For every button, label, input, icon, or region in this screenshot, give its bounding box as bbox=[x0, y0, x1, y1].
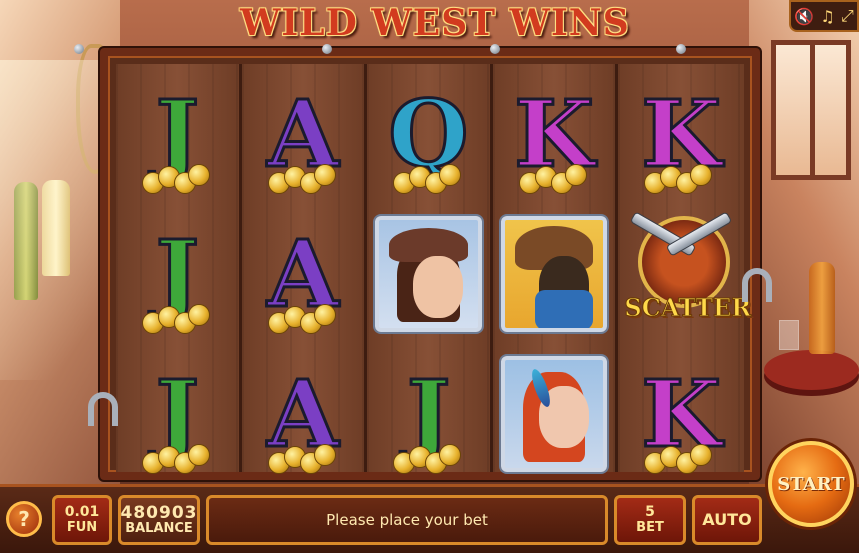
gold-coins-icon bbox=[267, 164, 338, 194]
bet-value: 5 bbox=[645, 504, 655, 521]
reel-cell: A bbox=[242, 64, 365, 204]
reel-cell: K bbox=[618, 64, 744, 204]
coin-label: FUN bbox=[66, 519, 98, 535]
reel-3: QJ bbox=[367, 64, 493, 474]
help-button[interactable]: ? bbox=[6, 501, 42, 537]
green-bottle bbox=[14, 182, 38, 300]
auto-label: AUTO bbox=[702, 510, 752, 530]
reel-cell bbox=[493, 344, 616, 484]
auto-button[interactable]: AUTO bbox=[692, 495, 762, 545]
reel-cell: K bbox=[493, 64, 616, 204]
reel-frame: JJJ AAA QJ K K SCATTER K bbox=[100, 48, 760, 480]
reel-cell bbox=[367, 204, 490, 344]
scatter-label: SCATTER bbox=[624, 293, 752, 323]
symbol-bandit bbox=[500, 216, 608, 332]
gold-coins-icon bbox=[393, 164, 463, 194]
reel-cell: J bbox=[367, 344, 490, 484]
gold-coins-icon bbox=[267, 304, 338, 334]
saloon-table bbox=[764, 350, 859, 390]
balance-label: BALANCE bbox=[125, 521, 193, 537]
game-title: WILD WEST WINS bbox=[240, 2, 630, 44]
reel-5: K SCATTER K bbox=[618, 64, 752, 474]
gold-coins-icon bbox=[518, 164, 589, 194]
fullscreen-icon[interactable]: ⤢ bbox=[841, 6, 854, 26]
saloon-window bbox=[771, 40, 851, 180]
nail-icon bbox=[676, 44, 686, 54]
sound-controls: 🔇 ♫ ⤢ bbox=[789, 0, 859, 32]
balance-value: 480903 bbox=[120, 502, 198, 523]
coin-value-button[interactable]: 0.01 FUN bbox=[52, 495, 112, 545]
reel-cell: A bbox=[242, 204, 365, 344]
gold-coins-icon bbox=[142, 164, 212, 194]
horseshoe-icon bbox=[88, 392, 118, 426]
symbol-redhead bbox=[500, 356, 608, 472]
bet-button[interactable]: 5 BET bbox=[614, 495, 686, 545]
nail-icon bbox=[490, 44, 500, 54]
reel-cell: J bbox=[116, 344, 239, 484]
gold-coins-icon bbox=[393, 444, 463, 474]
reel-cell: J bbox=[116, 204, 239, 344]
crossed-revolvers-icon bbox=[624, 210, 738, 270]
reel-cell: J bbox=[116, 64, 239, 204]
gold-coins-icon bbox=[142, 304, 212, 334]
bet-label: BET bbox=[636, 519, 664, 535]
reel-cell: Q bbox=[367, 64, 490, 204]
symbol-cowgirl bbox=[375, 216, 482, 332]
start-button[interactable]: START bbox=[768, 441, 854, 527]
reel-cell: K bbox=[618, 344, 744, 484]
gold-coins-icon bbox=[644, 164, 714, 194]
nail-icon bbox=[322, 44, 332, 54]
status-message: Please place your bet bbox=[206, 495, 608, 545]
control-bar: ? 0.01 FUN 480903 BALANCE Please place y… bbox=[0, 441, 859, 553]
whiskey-bottle bbox=[809, 262, 835, 354]
reel-cell bbox=[493, 204, 616, 344]
speaker-mute-icon[interactable]: 🔇 bbox=[794, 7, 814, 26]
reel-4: K bbox=[492, 64, 619, 472]
music-note-icon[interactable]: ♫ bbox=[820, 7, 834, 26]
white-bottle bbox=[42, 180, 70, 276]
shot-glass bbox=[779, 320, 799, 350]
reel-2: AAA bbox=[241, 64, 368, 474]
horseshoe-icon bbox=[742, 268, 772, 302]
balance-display: 480903 BALANCE bbox=[118, 495, 200, 545]
gold-coins-icon bbox=[267, 444, 338, 474]
gold-coins-icon bbox=[644, 444, 714, 474]
nail-icon bbox=[74, 44, 84, 54]
reel-1: JJJ bbox=[116, 64, 242, 474]
gold-coins-icon bbox=[142, 444, 212, 474]
reel-cell: SCATTER bbox=[618, 204, 752, 344]
reel-cell: A bbox=[242, 344, 365, 484]
symbol-scatter: SCATTER bbox=[624, 210, 752, 338]
coin-value: 0.01 bbox=[64, 504, 100, 521]
reels-grid: JJJ AAA QJ K K SCATTER K bbox=[116, 64, 752, 474]
